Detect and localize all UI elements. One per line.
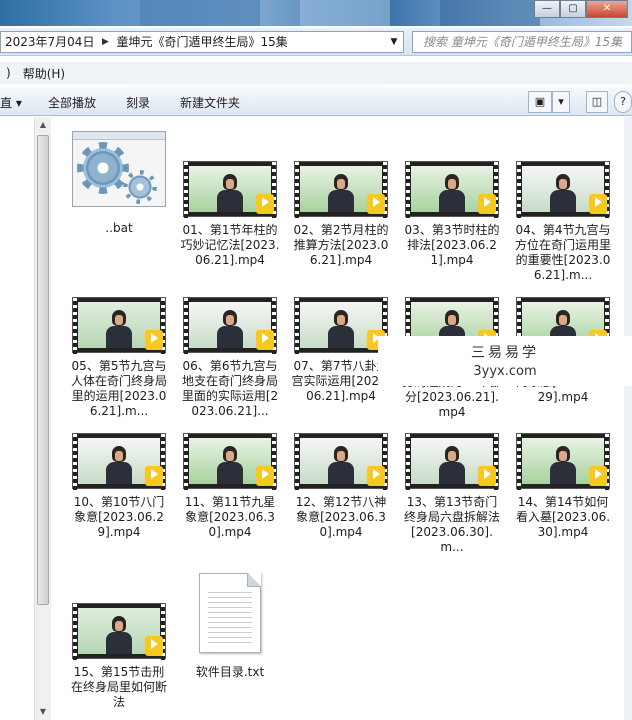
chevron-down-icon[interactable]: ▾ <box>552 91 570 113</box>
file-name: 02、第2节月柱的推算方法[2023.06.21].mp4 <box>293 223 389 267</box>
video-thumbnail <box>183 161 277 218</box>
maximize-button[interactable]: ▢ <box>560 0 586 18</box>
player-icon <box>478 194 496 214</box>
video-thumbnail <box>405 161 499 218</box>
view-icon[interactable]: ▣ <box>528 91 552 113</box>
file-name: 04、第4节九宫与方位在奇门运用里的重要性[2023.06.21].m... <box>514 223 611 282</box>
file-item-video[interactable]: 15、第15节击刑在终身局里如何断法 <box>69 603 169 710</box>
blurred-area <box>300 0 390 26</box>
file-item-video[interactable]: 14、第14节如何看入墓[2023.06.30].mp4 <box>513 433 613 540</box>
file-name: 11、第11节九星象意[2023.06.30].mp4 <box>184 495 276 539</box>
file-name: 13、第13节奇门终身局六盘拆解法[2023.06.30].m... <box>403 495 500 554</box>
scrollbar[interactable]: ▲ ▼ <box>34 117 51 720</box>
new-folder-button[interactable]: 新建文件夹 <box>180 94 240 111</box>
play-all-button[interactable]: 全部播放 <box>48 94 96 111</box>
watermark-text: 三易易学 <box>471 345 539 361</box>
bat-file-thumbnail <box>72 131 166 207</box>
video-thumbnail <box>516 433 610 490</box>
scroll-up-icon[interactable]: ▲ <box>35 117 51 133</box>
file-name: ..bat <box>105 221 133 235</box>
player-icon <box>145 466 163 486</box>
text-file-icon <box>199 573 261 653</box>
video-thumbnail <box>405 433 499 490</box>
player-icon <box>256 466 274 486</box>
file-name: 05、第5节九宫与人体在奇门终身局里的运用[2023.06.21].m... <box>70 359 167 418</box>
file-item-video[interactable]: 03、第3节时柱的排法[2023.06.21].mp4 <box>402 161 502 268</box>
breadcrumb-item-folder[interactable]: 童坤元《奇门遁甲终生局》15集 <box>112 32 291 52</box>
player-icon <box>256 194 274 214</box>
file-item-video[interactable]: 12、第12节八神象意[2023.06.30].mp4 <box>291 433 391 540</box>
file-name: 14、第14节如何看入墓[2023.06.30].mp4 <box>515 495 611 539</box>
window-controls: — ▢ ✕ <box>534 0 628 18</box>
command-toolbar: 直 ▾ 全部播放 刻录 新建文件夹 ▣ ▾ ◫ ? <box>0 86 632 116</box>
video-thumbnail <box>516 161 610 218</box>
video-thumbnail <box>72 603 166 660</box>
file-item-bat[interactable]: ..bat <box>69 131 169 236</box>
player-icon <box>256 330 274 350</box>
search-input[interactable]: 搜索 童坤元《奇门遁甲终生局》15集 <box>412 31 632 53</box>
file-item-video[interactable]: 04、第4节九宫与方位在奇门运用里的重要性[2023.06.21].m... <box>513 161 613 283</box>
right-edge <box>624 117 632 720</box>
blurred-area <box>140 0 260 26</box>
player-icon <box>589 194 607 214</box>
file-item-txt[interactable]: 软件目录.txt <box>180 573 280 680</box>
minimize-button[interactable]: — <box>534 0 560 18</box>
video-thumbnail <box>294 297 388 354</box>
file-name: 03、第3节时柱的排法[2023.06.21].mp4 <box>404 223 500 267</box>
scroll-thumb[interactable] <box>37 135 49 605</box>
file-name: 06、第6节九宫与地支在奇门终身局里面的实际运用[2023.06.21]... <box>181 359 279 418</box>
watermark-url: 3yyx.com <box>473 364 537 379</box>
breadcrumb-item-date[interactable]: 2023年7月04日 <box>1 32 98 52</box>
video-thumbnail <box>183 297 277 354</box>
file-name: 软件目录.txt <box>195 665 265 679</box>
player-icon <box>145 636 163 656</box>
chevron-right-icon[interactable]: ▶ <box>98 32 112 52</box>
player-icon <box>478 466 496 486</box>
player-icon <box>145 330 163 350</box>
file-item-video[interactable]: 13、第13节奇门终身局六盘拆解法[2023.06.30].m... <box>402 433 502 555</box>
help-icon[interactable]: ? <box>614 91 632 113</box>
video-thumbnail <box>72 433 166 490</box>
player-icon <box>367 194 385 214</box>
file-name: 10、第10节八门象意[2023.06.29].mp4 <box>73 495 165 539</box>
file-name: 15、第15节击刑在终身局里如何断法 <box>70 665 167 709</box>
file-name: 01、第1节年柱的巧妙记忆法[2023.06.21].mp4 <box>180 223 280 267</box>
video-thumbnail <box>183 433 277 490</box>
blurred-area <box>440 0 540 26</box>
player-icon <box>589 466 607 486</box>
organize-button[interactable]: 直 ▾ <box>0 94 22 111</box>
chevron-down-icon[interactable]: ▼ <box>387 33 401 51</box>
file-item-video[interactable]: 07、第7节八卦九宫实际运用[2023.06.21].mp4 <box>291 297 391 404</box>
file-item-video[interactable]: 11、第11节九星象意[2023.06.30].mp4 <box>180 433 280 540</box>
file-view: ▲ ▼ ..bat 01、第1节年柱的巧妙记忆法[2023.06.21].mp4… <box>0 117 632 720</box>
file-item-video[interactable]: 10、第10节八门象意[2023.06.29].mp4 <box>69 433 169 540</box>
scroll-down-icon[interactable]: ▼ <box>35 704 51 720</box>
file-item-video[interactable]: 06、第6节九宫与地支在奇门终身局里面的实际运用[2023.06.21]... <box>180 297 280 419</box>
video-thumbnail <box>72 297 166 354</box>
gear-icon <box>83 148 123 188</box>
file-name: 12、第12节八神象意[2023.06.30].mp4 <box>295 495 387 539</box>
video-thumbnail <box>294 433 388 490</box>
file-item-video[interactable]: 05、第5节九宫与人体在奇门终身局里的运用[2023.06.21].m... <box>69 297 169 419</box>
preview-pane-icon[interactable]: ◫ <box>586 91 608 113</box>
close-button[interactable]: ✕ <box>586 0 628 18</box>
player-icon <box>367 466 385 486</box>
menu-item-cut[interactable]: ) <box>0 66 17 80</box>
gear-icon <box>127 174 153 200</box>
video-thumbnail <box>294 161 388 218</box>
burn-button[interactable]: 刻录 <box>126 94 150 111</box>
breadcrumb[interactable]: 2023年7月04日 ▶ 童坤元《奇门遁甲终生局》15集 ▼ <box>0 31 404 53</box>
file-item-video[interactable]: 01、第1节年柱的巧妙记忆法[2023.06.21].mp4 <box>180 161 280 268</box>
watermark: 三易易学 3yyx.com <box>378 336 632 386</box>
file-item-video[interactable]: 02、第2节月柱的推算方法[2023.06.21].mp4 <box>291 161 391 268</box>
address-row: 2023年7月04日 ▶ 童坤元《奇门遁甲终生局》15集 ▼ ↻ 搜索 童坤元《… <box>0 28 632 56</box>
menu-bar: ) 帮助(H) <box>0 62 632 84</box>
window-title-bar: — ▢ ✕ <box>0 0 632 26</box>
file-name: 07、第7节八卦九宫实际运用[2023.06.21].mp4 <box>291 359 391 403</box>
menu-item-help[interactable]: 帮助(H) <box>17 65 71 82</box>
